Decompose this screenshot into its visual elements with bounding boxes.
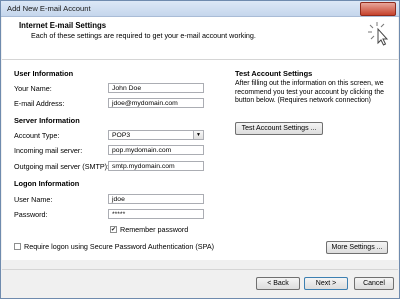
logon-info-heading: Logon Information: [14, 179, 80, 188]
footer-divider: [2, 269, 398, 270]
password-field[interactable]: *****: [108, 209, 204, 219]
user-name-label: User Name:: [14, 195, 53, 204]
incoming-server-field[interactable]: pop.mydomain.com: [108, 145, 204, 155]
spa-checkbox[interactable]: [14, 243, 21, 250]
header-subtitle: Each of these settings are required to g…: [31, 31, 256, 40]
click-cursor-icon: [368, 22, 389, 46]
email-address-field[interactable]: jdoe@mydomain.com: [108, 98, 204, 108]
email-address-label: E-mail Address:: [14, 99, 65, 108]
window-title: Add New E-mail Account: [7, 4, 91, 13]
account-type-label: Account Type:: [14, 131, 60, 140]
account-type-select[interactable]: POP3 ▼: [108, 130, 204, 140]
your-name-label: Your Name:: [14, 84, 52, 93]
user-name-field[interactable]: jdoe: [108, 194, 204, 204]
form-panel: User Information Your Name: John Doe E-m…: [2, 60, 398, 260]
header-panel: Internet E-mail Settings Each of these s…: [2, 17, 398, 60]
spa-label: Require logon using Secure Password Auth…: [24, 242, 215, 251]
next-button[interactable]: Next >: [304, 277, 348, 290]
dialog-window: Add New E-mail Account Internet E-mail S…: [0, 0, 400, 299]
your-name-field[interactable]: John Doe: [108, 83, 204, 93]
close-button[interactable]: [360, 2, 396, 16]
incoming-server-label: Incoming mail server:: [14, 146, 83, 155]
account-type-value: POP3: [112, 132, 131, 139]
remember-password-checkbox[interactable]: ✔: [110, 226, 117, 233]
chevron-down-icon[interactable]: ▼: [193, 131, 203, 139]
outgoing-server-label: Outgoing mail server (SMTP):: [14, 162, 110, 171]
password-label: Password:: [14, 210, 48, 219]
user-info-heading: User Information: [14, 69, 74, 78]
check-icon: ✔: [111, 227, 117, 233]
title-bar[interactable]: Add New E-mail Account: [1, 1, 399, 17]
header-title: Internet E-mail Settings: [19, 21, 107, 30]
test-settings-heading: Test Account Settings: [235, 69, 313, 78]
remember-password-label: Remember password: [120, 225, 189, 234]
test-settings-description: After filling out the information on thi…: [235, 80, 384, 105]
back-button[interactable]: < Back: [256, 277, 300, 290]
test-account-settings-button[interactable]: Test Account Settings ...: [235, 122, 323, 135]
cancel-button[interactable]: Cancel: [354, 277, 394, 290]
server-info-heading: Server Information: [14, 116, 80, 125]
outgoing-server-field[interactable]: smtp.mydomain.com: [108, 161, 204, 171]
more-settings-button[interactable]: More Settings ...: [326, 241, 388, 254]
